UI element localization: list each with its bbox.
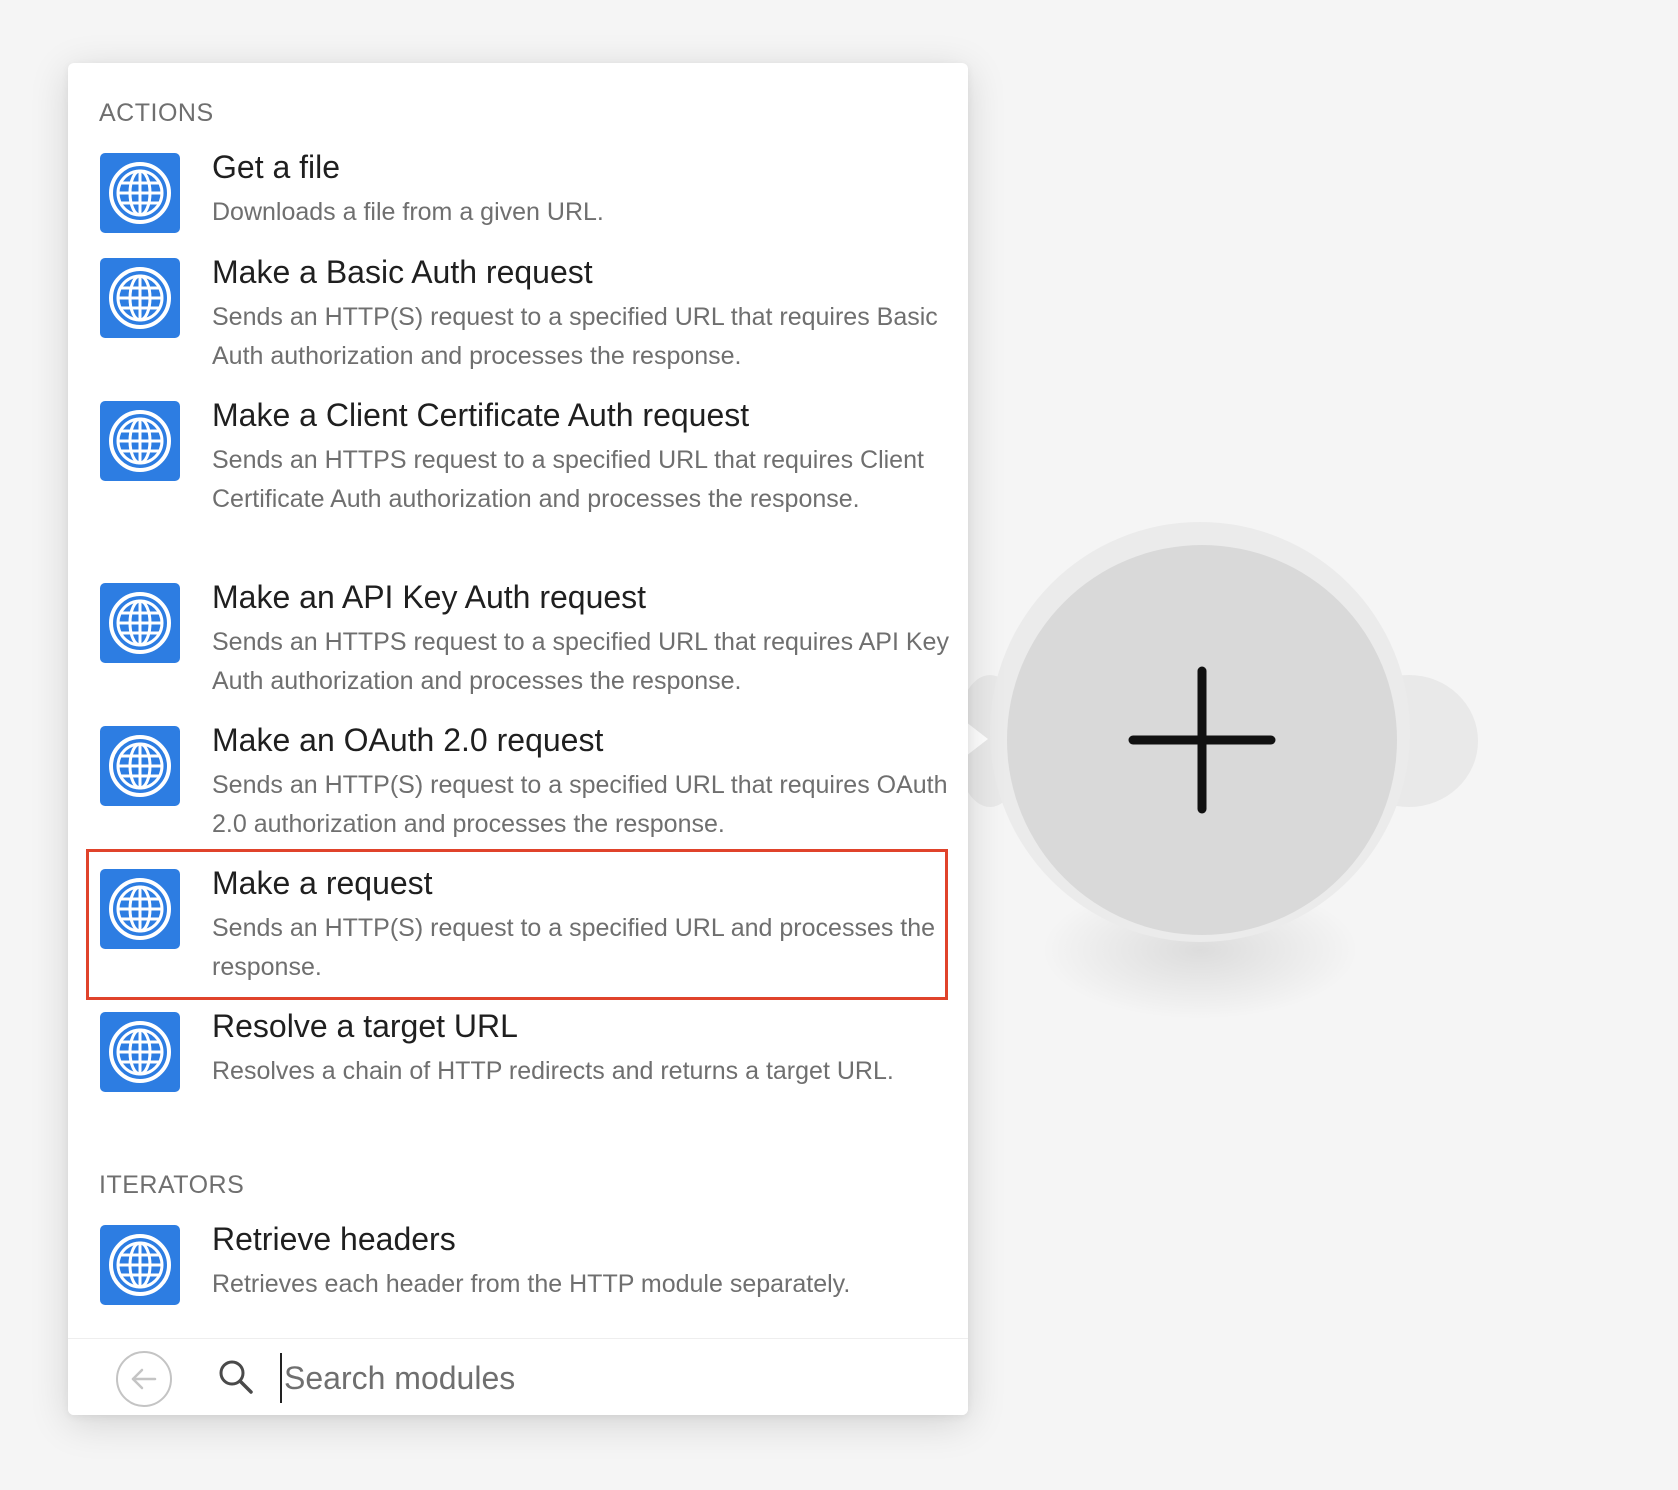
search-icon	[219, 1360, 253, 1394]
module-description: Sends an HTTPS request to a specified UR…	[212, 628, 949, 695]
module-title: Retrieve headers	[212, 1221, 456, 1257]
add-module-node[interactable]	[1007, 545, 1397, 935]
module-title: Make a Client Certificate Auth request	[212, 397, 750, 433]
selection-highlight	[86, 849, 948, 1000]
globe-icon	[100, 583, 180, 663]
module-picker-panel: ACTIONS Get a file Downloads a file from…	[68, 63, 968, 1415]
module-item-retrieve-headers[interactable]: Retrieve headers Retrieves each header f…	[68, 1221, 968, 1321]
globe-icon	[100, 726, 180, 806]
module-description: Sends an HTTP(S) request to a specified …	[212, 771, 948, 838]
module-description: Retrieves each header from the HTTP modu…	[212, 1270, 851, 1298]
module-description: Resolves a chain of HTTP redirects and r…	[212, 1057, 894, 1085]
globe-icon	[100, 401, 180, 481]
module-title: Make a Basic Auth request	[212, 254, 593, 290]
search-bar	[68, 1338, 968, 1415]
module-title: Make an OAuth 2.0 request	[212, 722, 604, 758]
back-button[interactable]	[116, 1351, 172, 1407]
section-label-iterators: ITERATORS	[99, 1171, 245, 1199]
module-item-oauth2[interactable]: Make an OAuth 2.0 request Sends an HTTP(…	[68, 722, 968, 862]
scenario-canvas: ACTIONS Get a file Downloads a file from…	[0, 0, 1678, 1490]
module-item-get-a-file[interactable]: Get a file Downloads a file from a given…	[68, 149, 968, 249]
plus-icon	[1128, 666, 1276, 814]
module-item-client-certificate-auth[interactable]: Make a Client Certificate Auth request S…	[68, 397, 968, 577]
module-title: Resolve a target URL	[212, 1008, 518, 1044]
panel-pointer	[966, 722, 988, 756]
globe-icon	[100, 258, 180, 338]
module-description: Downloads a file from a given URL.	[212, 198, 604, 226]
globe-icon	[100, 153, 180, 233]
section-label-actions: ACTIONS	[99, 99, 214, 127]
module-title: Make an API Key Auth request	[212, 579, 647, 615]
globe-icon	[100, 1225, 180, 1305]
arrow-left-icon	[131, 1368, 157, 1390]
globe-icon	[100, 1012, 180, 1092]
search-input[interactable]	[280, 1353, 920, 1403]
module-description: Sends an HTTPS request to a specified UR…	[212, 446, 924, 513]
module-item-api-key-auth[interactable]: Make an API Key Auth request Sends an HT…	[68, 579, 968, 719]
module-item-basic-auth[interactable]: Make a Basic Auth request Sends an HTTP(…	[68, 254, 968, 394]
module-item-resolve-target-url[interactable]: Resolve a target URL Resolves a chain of…	[68, 1008, 968, 1148]
module-description: Sends an HTTP(S) request to a specified …	[212, 303, 938, 370]
module-title: Get a file	[212, 149, 341, 185]
